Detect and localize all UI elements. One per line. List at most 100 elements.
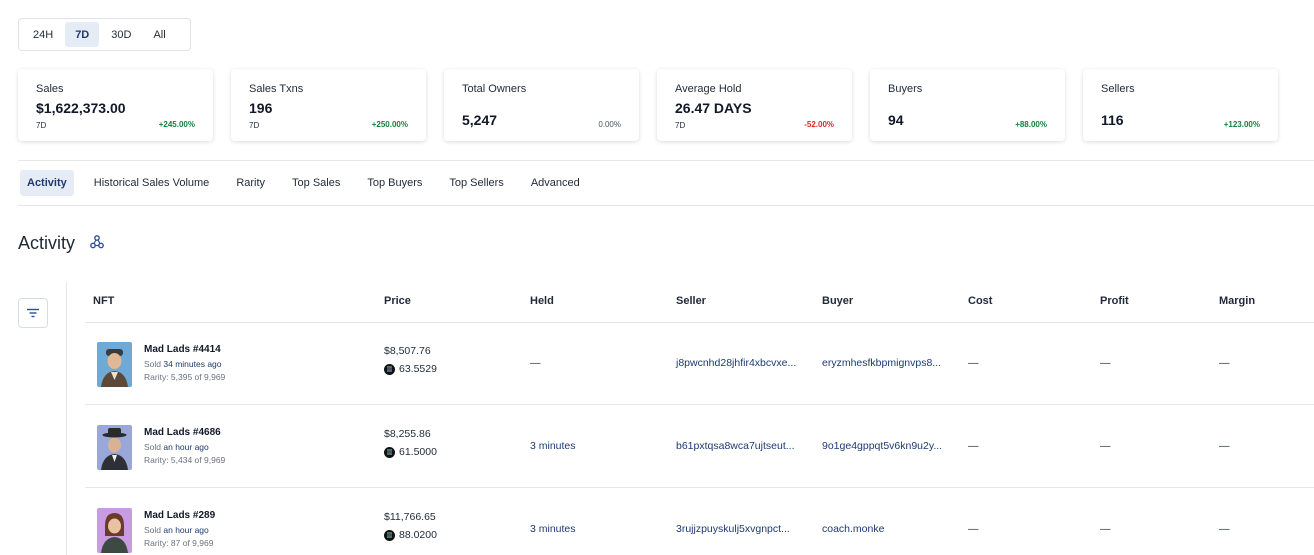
stat-period: 7D <box>249 121 260 130</box>
tab-historical-sales-volume[interactable]: Historical Sales Volume <box>87 170 217 196</box>
section-title: Activity <box>18 233 76 253</box>
margin-value: — <box>1219 523 1230 535</box>
tab-bar: Activity Historical Sales Volume Rarity … <box>20 170 587 196</box>
solana-icon <box>384 446 395 458</box>
profit-value: — <box>1100 357 1111 369</box>
price-sol-value: 63.5529 <box>399 363 437 375</box>
nft-name[interactable]: Mad Lads #4686 <box>144 427 221 438</box>
stat-label: Average Hold <box>675 83 742 95</box>
filter-button[interactable] <box>18 298 48 328</box>
filter-lines-icon <box>27 308 39 318</box>
stat-period: 7D <box>36 121 47 130</box>
table-row[interactable]: Mad Lads #4414 Sold 34 minutes ago Rarit… <box>85 323 1314 405</box>
cost-value: — <box>968 357 979 369</box>
column-header-nft[interactable]: NFT <box>93 295 114 307</box>
sold-ago[interactable]: 34 minutes ago <box>163 359 221 369</box>
price-sol-value: 61.5000 <box>399 446 437 458</box>
price-usd: $11,766.65 <box>384 511 436 523</box>
seller-link[interactable]: j8pwcnhd28jhfir4xbcvxe... <box>676 357 796 369</box>
nft-sold-time: Sold 34 minutes ago <box>144 359 222 369</box>
buyer-link[interactable]: eryzmhesfkbpmignvps8... <box>822 357 941 369</box>
stat-value: 5,247 <box>462 112 498 128</box>
nft-name[interactable]: Mad Lads #289 <box>144 510 215 521</box>
stat-change: +123.00% <box>1223 120 1260 129</box>
solana-icon <box>384 529 395 541</box>
stat-change: -52.00% <box>804 120 834 129</box>
share-nodes-icon[interactable] <box>90 235 104 249</box>
stat-change: +88.00% <box>1015 120 1047 129</box>
stat-change: +250.00% <box>371 120 408 129</box>
price-sol-value: 88.0200 <box>399 529 437 541</box>
seller-link[interactable]: 3rujjzpuyskulj5xvgnpct... <box>676 523 790 535</box>
stat-value: 116 <box>1101 112 1124 128</box>
range-7d-button[interactable]: 7D <box>65 22 100 47</box>
stat-card-sales: Sales $1,622,373.00 7D +245.00% <box>18 69 213 141</box>
tab-top-sellers[interactable]: Top Sellers <box>442 170 510 196</box>
stat-value: $1,622,373.00 <box>36 100 126 116</box>
table-header: NFT Price Held Seller Buyer Cost Profit … <box>85 282 1314 323</box>
stat-change: 0.00% <box>598 120 621 129</box>
table-row[interactable]: Mad Lads #289 Sold an hour ago Rarity: 8… <box>85 489 1314 555</box>
stat-card-buyers: Buyers 94 +88.00% <box>870 69 1065 141</box>
held-value: 3 minutes <box>530 440 576 452</box>
sold-ago[interactable]: an hour ago <box>163 442 208 452</box>
sold-prefix: Sold <box>144 442 162 452</box>
stat-card-average-hold: Average Hold 26.47 DAYS 7D -52.00% <box>657 69 852 141</box>
margin-value: — <box>1219 357 1230 369</box>
tab-top-buyers[interactable]: Top Buyers <box>360 170 429 196</box>
range-30d-button[interactable]: 30D <box>101 22 141 47</box>
column-header-price[interactable]: Price <box>384 295 411 307</box>
tab-top-sales[interactable]: Top Sales <box>285 170 347 196</box>
tab-activity[interactable]: Activity <box>20 170 74 196</box>
stats-row: Sales $1,622,373.00 7D +245.00% Sales Tx… <box>18 69 1278 141</box>
nft-sold-time: Sold an hour ago <box>144 442 209 452</box>
price-sol: 88.0200 <box>384 529 437 541</box>
seller-link[interactable]: b61pxtqsa8wca7ujtseut... <box>676 440 795 452</box>
column-header-held[interactable]: Held <box>530 295 554 307</box>
stat-value: 196 <box>249 100 273 116</box>
stat-card-sales-txns: Sales Txns 196 7D +250.00% <box>231 69 426 141</box>
price-usd: $8,507.76 <box>384 345 431 357</box>
price-usd: $8,255.86 <box>384 428 431 440</box>
margin-value: — <box>1219 440 1230 452</box>
nft-avatar[interactable] <box>97 508 132 553</box>
profit-value: — <box>1100 440 1111 452</box>
stat-label: Sales <box>36 83 64 95</box>
nft-sold-time: Sold an hour ago <box>144 525 209 535</box>
stat-label: Sales Txns <box>249 83 304 95</box>
stat-value: 26.47 DAYS <box>675 100 752 116</box>
held-value: — <box>530 357 541 369</box>
cost-value: — <box>968 440 979 452</box>
sold-ago[interactable]: an hour ago <box>163 525 208 535</box>
buyer-link[interactable]: coach.monke <box>822 523 884 535</box>
column-header-buyer[interactable]: Buyer <box>822 295 853 307</box>
nft-rarity: Rarity: 5,395 of 9,969 <box>144 372 226 382</box>
column-header-cost[interactable]: Cost <box>968 295 992 307</box>
divider <box>66 282 67 555</box>
nft-avatar[interactable] <box>97 342 132 387</box>
range-24h-button[interactable]: 24H <box>23 22 63 47</box>
stat-label: Total Owners <box>462 83 527 95</box>
tab-rarity[interactable]: Rarity <box>229 170 272 196</box>
stat-change: +245.00% <box>158 120 195 129</box>
profit-value: — <box>1100 523 1111 535</box>
nft-name[interactable]: Mad Lads #4414 <box>144 344 221 355</box>
column-header-seller[interactable]: Seller <box>676 295 706 307</box>
nft-rarity: Rarity: 87 of 9,969 <box>144 538 214 548</box>
nft-rarity: Rarity: 5,434 of 9,969 <box>144 455 226 465</box>
divider <box>18 205 1314 206</box>
range-all-button[interactable]: All <box>143 22 175 47</box>
nft-avatar[interactable] <box>97 425 132 470</box>
tab-advanced[interactable]: Advanced <box>524 170 587 196</box>
stat-period: 7D <box>675 121 686 130</box>
stat-card-sellers: Sellers 116 +123.00% <box>1083 69 1278 141</box>
buyer-link[interactable]: 9o1ge4gppqt5v6kn9u2y... <box>822 440 942 452</box>
column-header-margin[interactable]: Margin <box>1219 295 1255 307</box>
time-range-selector: 24H 7D 30D All <box>18 18 191 51</box>
price-sol: 61.5000 <box>384 446 437 458</box>
held-value: 3 minutes <box>530 523 576 535</box>
column-header-profit[interactable]: Profit <box>1100 295 1129 307</box>
table-row[interactable]: Mad Lads #4686 Sold an hour ago Rarity: … <box>85 406 1314 488</box>
sold-prefix: Sold <box>144 359 162 369</box>
solana-icon <box>384 363 395 375</box>
